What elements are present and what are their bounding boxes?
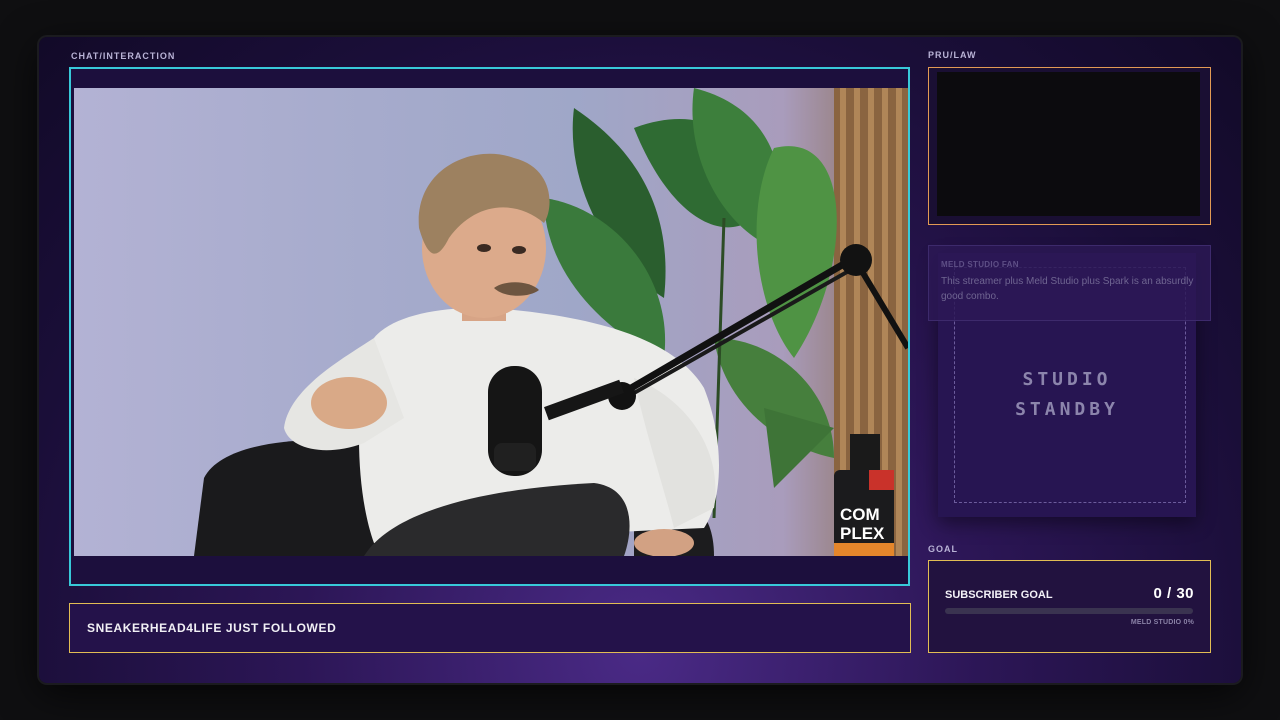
goal-footer: MELD STUDIO 0% — [1130, 619, 1194, 626]
brand-logo-line-1: COM — [840, 505, 880, 524]
chat-username: MELD STUDIO FAN — [941, 260, 1019, 269]
podcast-scene-illustration: COM PLEX — [194, 88, 908, 556]
goal-progress-bar — [945, 608, 1193, 614]
goal-title: SUBSCRIBER GOAL — [945, 589, 1053, 601]
follow-alert-text: SNEAKERHEAD4LIFE JUST FOLLOWED — [87, 621, 337, 635]
stream-overlay-frame: CHAT/INTERACTION PRU/LAW GOAL COM PLEX S… — [39, 37, 1241, 683]
goal-section-label: GOAL — [928, 544, 958, 554]
chat-message-card: MELD STUDIO FAN This streamer plus Meld … — [928, 245, 1211, 321]
camera-section-label: PRU/LAW — [928, 50, 977, 60]
camera-feed — [937, 72, 1200, 216]
brand-logo-line-2: PLEX — [840, 524, 885, 543]
chat-message-text: This streamer plus Meld Studio plus Spar… — [941, 276, 1194, 302]
camera-panel — [928, 67, 1211, 225]
chat-section-label: CHAT/INTERACTION — [71, 51, 176, 61]
main-video-panel: COM PLEX — [69, 67, 910, 586]
standby-text: STUDIO STANDBY — [1015, 369, 1119, 420]
goal-count: 0 / 30 — [1153, 585, 1194, 602]
standby-panel: STUDIO STANDBY MELD STUDIO FAN This stre… — [928, 245, 1211, 520]
subscriber-goal-panel: SUBSCRIBER GOAL 0 / 30 MELD STUDIO 0% — [928, 560, 1211, 653]
video-scene: COM PLEX — [74, 88, 908, 556]
follow-alert-bar: SNEAKERHEAD4LIFE JUST FOLLOWED — [69, 603, 911, 653]
